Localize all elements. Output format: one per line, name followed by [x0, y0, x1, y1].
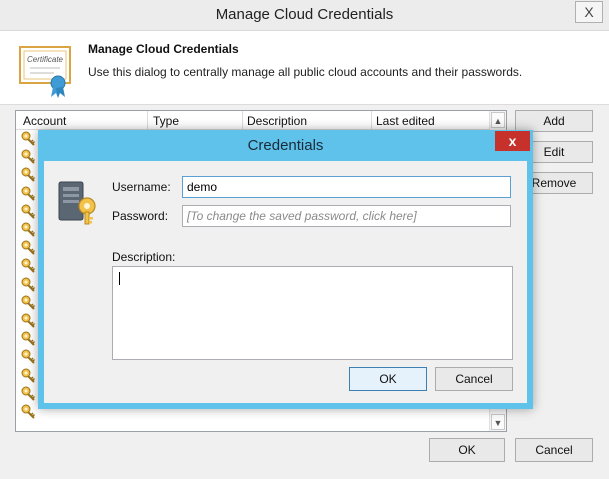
cancel-button[interactable]: Cancel [515, 438, 593, 462]
key-icon [20, 240, 36, 256]
column-divider [147, 111, 148, 129]
credentials-close-button[interactable]: x [495, 131, 530, 151]
description-textarea[interactable] [112, 266, 513, 360]
key-icon [20, 258, 36, 274]
ok-button[interactable]: OK [429, 438, 505, 462]
header-description: Use this dialog to centrally manage all … [88, 65, 523, 79]
column-divider [371, 111, 372, 129]
credentials-cancel-button[interactable]: Cancel [435, 367, 513, 391]
certificate-label: Certificate [27, 55, 64, 64]
key-icon [20, 295, 36, 311]
certificate-icon: Certificate [19, 46, 71, 98]
username-label: Username: [112, 180, 171, 194]
server-key-icon [58, 181, 96, 225]
column-header-type[interactable]: Type [153, 114, 179, 128]
scroll-down-icon[interactable]: ▼ [491, 414, 505, 430]
key-icon [20, 131, 36, 147]
scroll-up-icon[interactable]: ▲ [491, 112, 505, 128]
add-button[interactable]: Add [515, 110, 593, 132]
password-label: Password: [112, 209, 169, 223]
column-header-last-edited[interactable]: Last edited [376, 114, 435, 128]
username-field[interactable]: demo [182, 176, 511, 198]
window-title: Manage Cloud Credentials [215, 6, 394, 23]
key-icon [20, 349, 36, 365]
key-icon [20, 204, 36, 220]
description-label: Description: [112, 250, 176, 264]
key-icon [20, 277, 36, 293]
key-icon [20, 331, 36, 347]
key-icon [20, 386, 36, 402]
close-icon: x [508, 133, 517, 149]
key-icon [20, 222, 36, 238]
key-icon [20, 404, 36, 420]
header-panel: Certificate Manage Cloud Credentials Use… [0, 31, 609, 105]
key-icon [20, 186, 36, 202]
table-header: Account Type Description Last edited [16, 111, 490, 130]
password-field[interactable]: [To change the saved password, click her… [182, 205, 511, 227]
credentials-dialog: Credentials x Username: demo Password: [… [38, 130, 533, 409]
column-header-account[interactable]: Account [23, 114, 66, 128]
column-divider [242, 111, 243, 129]
column-header-description[interactable]: Description [247, 114, 307, 128]
header-title: Manage Cloud Credentials [88, 42, 239, 56]
key-icon [20, 313, 36, 329]
window-close-button[interactable]: X [575, 1, 603, 23]
credentials-dialog-body: Username: demo Password: [To change the … [44, 161, 527, 403]
key-icon [20, 167, 36, 183]
window-titlebar: Manage Cloud Credentials X [0, 0, 609, 31]
credentials-ok-button[interactable]: OK [349, 367, 427, 391]
key-icon [20, 149, 36, 165]
credentials-dialog-title: Credentials [247, 137, 324, 154]
key-icon [20, 368, 36, 384]
text-caret [119, 272, 120, 285]
close-icon: X [584, 4, 594, 20]
